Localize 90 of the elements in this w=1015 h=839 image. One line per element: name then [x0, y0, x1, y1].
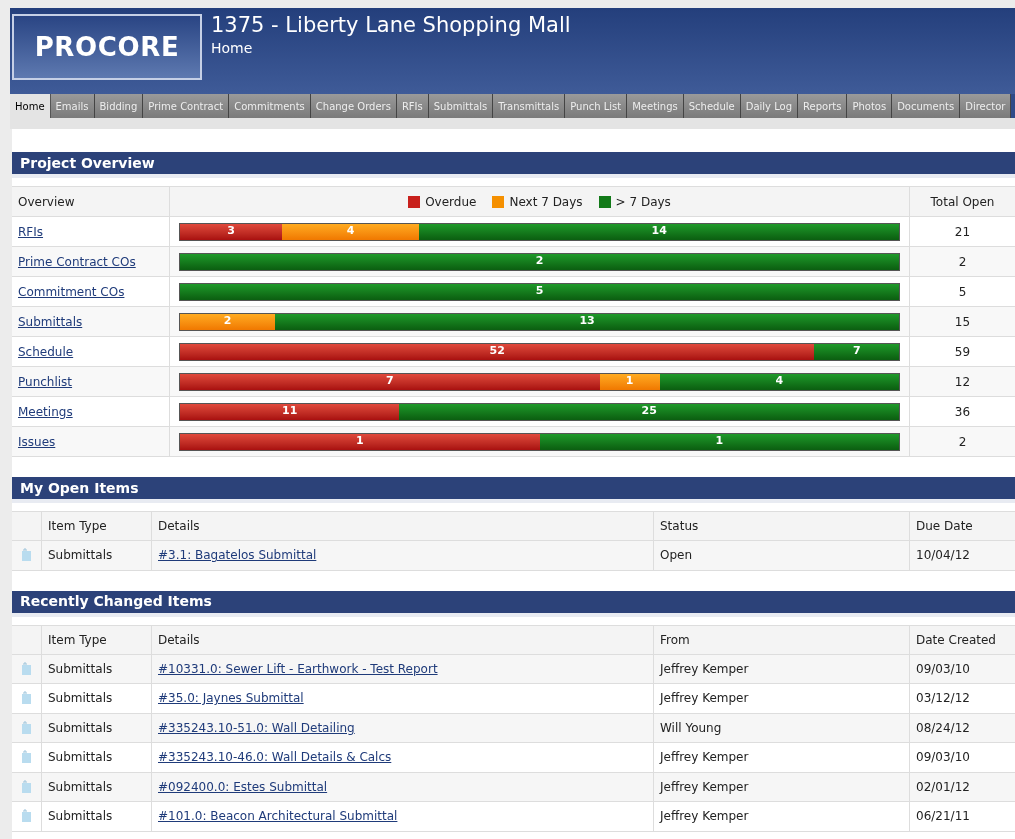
segment-value: 1	[715, 433, 724, 450]
item-link[interactable]: #335243.10-51.0: Wall Detailing	[158, 718, 355, 737]
total-open-value: 21	[954, 223, 971, 241]
document-icon	[21, 779, 32, 794]
overview-link[interactable]: Punchlist	[18, 372, 73, 391]
segment-value: 4	[775, 373, 784, 390]
total-open-value: 2	[958, 253, 967, 271]
table-cell-text: Submittals	[48, 719, 113, 737]
item-link[interactable]: #35.0: Jaynes Submittal	[158, 689, 304, 708]
segment-value: 25	[641, 403, 657, 420]
table-cell-text: 02/01/12	[916, 778, 970, 796]
page-title: Home	[211, 39, 254, 57]
section-title: Recently Changed Items	[20, 592, 212, 611]
segment-value: 5	[535, 283, 544, 300]
table-cell-text: 03/12/12	[916, 690, 970, 708]
column-header: Item Type	[48, 631, 107, 649]
segment-value: 2	[535, 253, 544, 270]
column-header: Date Created	[916, 631, 996, 649]
table-cell-text: Submittals	[48, 547, 113, 565]
legend-label: Next 7 Days	[509, 193, 583, 211]
item-link[interactable]: #335243.10-46.0: Wall Details & Calcs	[158, 748, 392, 767]
segment-value: 4	[346, 223, 355, 240]
overview-link[interactable]: Commitment COs	[18, 282, 125, 301]
section-title: Project Overview	[20, 153, 155, 173]
table-cell-text: 09/03/10	[916, 660, 970, 678]
table-cell-text: Submittals	[48, 660, 113, 678]
item-link[interactable]: #092400.0: Estes Submittal	[158, 777, 328, 796]
table-cell-text: Jeffrey Kemper	[660, 690, 749, 708]
segment-value: 7	[385, 373, 394, 390]
column-header: Details	[158, 631, 200, 649]
table-cell-text: Jeffrey Kemper	[660, 660, 749, 678]
total-open-value: 2	[958, 433, 967, 451]
document-icon	[21, 750, 32, 765]
total-open-value: 15	[954, 313, 971, 331]
document-icon	[21, 691, 32, 706]
segment-value: 1	[355, 433, 364, 450]
column-header: Status	[660, 518, 699, 535]
table-cell-text: Submittals	[48, 749, 113, 767]
table-cell-text: 09/03/10	[916, 749, 970, 767]
item-link[interactable]: #3.1: Bagatelos Submittal	[158, 546, 317, 565]
column-header: Details	[158, 518, 200, 535]
column-header: Overview	[18, 193, 75, 211]
segment-value: 14	[651, 223, 667, 240]
total-open-value: 12	[954, 373, 971, 391]
project-title: 1375 - Liberty Lane Shopping Mall	[211, 12, 571, 39]
column-header: Due Date	[916, 518, 973, 535]
document-icon	[21, 809, 32, 824]
table-cell-text: Open	[660, 547, 693, 565]
section-title: My Open Items	[20, 478, 139, 498]
table-cell-text: Submittals	[48, 690, 113, 708]
table-cell-text: 10/04/12	[916, 547, 970, 565]
table-cell-text: Jeffrey Kemper	[660, 749, 749, 767]
overview-link[interactable]: RFIs	[18, 222, 44, 241]
total-open-value: 5	[958, 283, 967, 301]
document-icon	[21, 548, 32, 563]
overview-link[interactable]: Submittals	[18, 312, 83, 331]
legend-swatch-icon	[408, 195, 421, 208]
table-cell-text: Jeffrey Kemper	[660, 808, 749, 826]
overview-link[interactable]: Schedule	[18, 342, 74, 361]
segment-value: 1	[625, 373, 634, 390]
table-cell-text: Submittals	[48, 778, 113, 796]
column-header: Item Type	[48, 518, 107, 535]
item-link[interactable]: #101.0: Beacon Architectural Submittal	[158, 807, 398, 826]
legend-swatch-icon	[492, 195, 505, 208]
total-open-value: 59	[954, 343, 971, 361]
nav-tab[interactable]: Home	[10, 94, 51, 118]
segment-value: 52	[489, 343, 505, 360]
table-cell-text: Jeffrey Kemper	[660, 778, 749, 796]
segment-value: 13	[579, 313, 595, 330]
segment-value: 11	[282, 403, 298, 420]
table-cell-text: Will Young	[660, 719, 722, 737]
overview-link[interactable]: Issues	[18, 432, 56, 451]
segment-value: 2	[223, 313, 232, 330]
overview-link[interactable]: Meetings	[18, 402, 73, 421]
total-open-value: 36	[954, 403, 971, 421]
legend-swatch-icon	[598, 195, 611, 208]
segment-value: 3	[227, 223, 235, 240]
item-link[interactable]: #10331.0: Sewer Lift - Earthwork - Test Report	[158, 659, 438, 678]
document-icon	[21, 720, 32, 735]
logo-text: PROCORE	[34, 30, 180, 64]
legend-label: Overdue	[425, 193, 477, 211]
table-cell-text: Submittals	[48, 808, 113, 826]
table-cell-text: 08/24/12	[916, 719, 970, 737]
legend-label: > 7 Days	[615, 193, 671, 211]
document-icon	[21, 661, 32, 676]
overview-link[interactable]: Prime Contract COs	[18, 252, 136, 271]
column-header: Total Open	[930, 193, 995, 211]
table-cell-text: 06/21/11	[916, 808, 970, 826]
column-header: From	[660, 631, 690, 649]
segment-value: 7	[852, 343, 861, 360]
